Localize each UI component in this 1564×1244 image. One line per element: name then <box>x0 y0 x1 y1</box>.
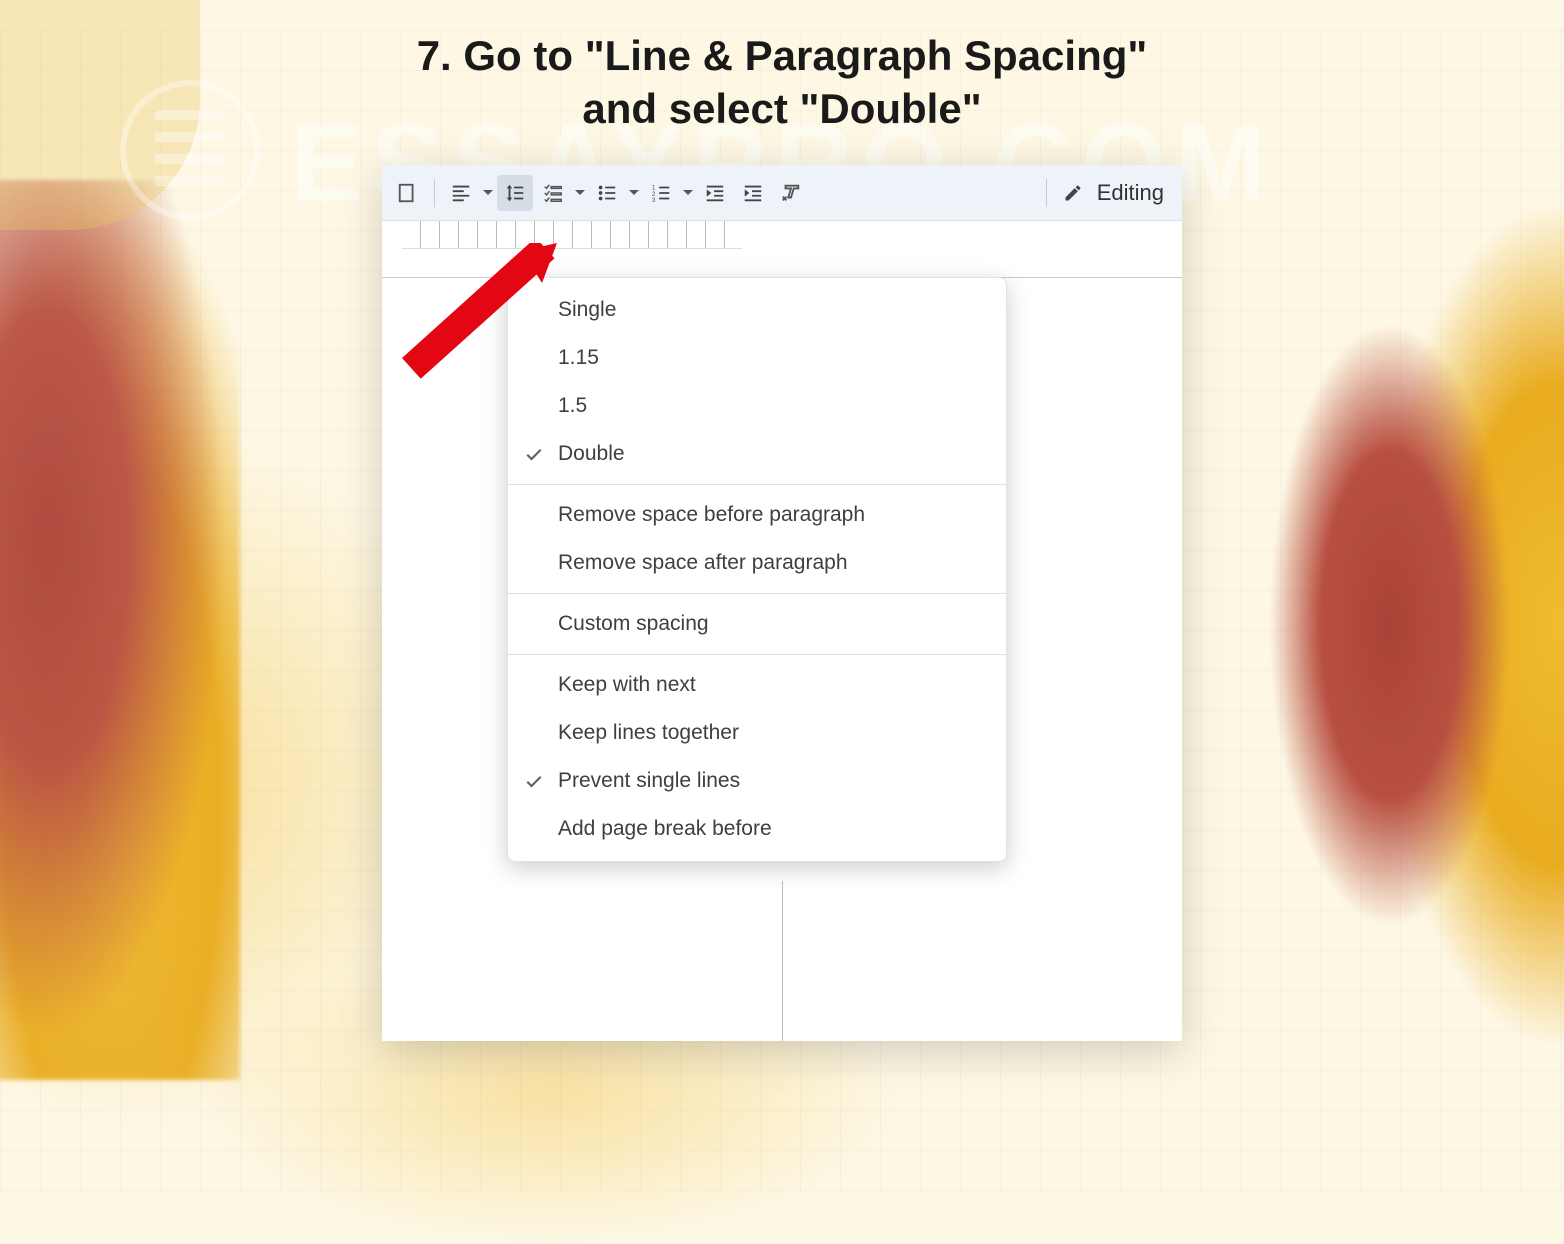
decorative-paint-left <box>0 180 240 1080</box>
toolbar-separator <box>1046 179 1047 207</box>
dropdown-item-label: Remove space after paragraph <box>558 551 848 575</box>
flow-option-0[interactable]: Keep with next <box>508 661 1006 709</box>
toolbar: 123 Editing <box>382 165 1182 221</box>
line-spacing-button[interactable] <box>497 175 533 211</box>
svg-text:3: 3 <box>652 197 656 204</box>
dropdown-item-label: 1.5 <box>558 394 587 418</box>
align-button[interactable] <box>443 175 479 211</box>
bulleted-caret-icon[interactable] <box>627 188 641 198</box>
decrease-indent-button[interactable] <box>697 175 733 211</box>
instruction-line1: 7. Go to "Line & Paragraph Spacing" <box>417 32 1148 79</box>
check-icon <box>524 771 544 791</box>
line-spacing-dropdown: Single 1.15 1.5 Double Remove space before … <box>507 277 1007 862</box>
dropdown-item-label: 1.15 <box>558 346 599 370</box>
dropdown-item-label: Remove space before paragraph <box>558 503 865 527</box>
numbered-list-button[interactable]: 123 <box>643 175 679 211</box>
spacing-option-1[interactable]: 1.15 <box>508 334 1006 382</box>
dropdown-item-label: Prevent single lines <box>558 769 740 793</box>
paragraph-option-1[interactable]: Remove space after paragraph <box>508 539 1006 587</box>
check-icon <box>524 444 544 464</box>
increase-indent-button[interactable] <box>735 175 771 211</box>
checklist-caret-icon[interactable] <box>573 188 587 198</box>
align-caret-icon[interactable] <box>481 188 495 198</box>
custom-option-0[interactable]: Custom spacing <box>508 600 1006 648</box>
dropdown-item-label: Custom spacing <box>558 612 709 636</box>
dropdown-divider <box>508 654 1006 655</box>
dropdown-item-label: Single <box>558 298 616 322</box>
bulleted-list-button[interactable] <box>589 175 625 211</box>
editing-mode-icon[interactable] <box>1055 175 1091 211</box>
instruction-heading: 7. Go to "Line & Paragraph Spacing" and … <box>0 30 1564 135</box>
dropdown-item-label: Double <box>558 442 625 466</box>
numbered-caret-icon[interactable] <box>681 188 695 198</box>
spacing-option-0[interactable]: Single <box>508 286 1006 334</box>
dropdown-item-label: Keep with next <box>558 673 696 697</box>
dropdown-item-label: Keep lines together <box>558 721 739 745</box>
dropdown-divider <box>508 593 1006 594</box>
paragraph-option-0[interactable]: Remove space before paragraph <box>508 491 1006 539</box>
docs-window: 123 Editing I Single1.151.5Dou <box>382 165 1182 1041</box>
checklist-button[interactable] <box>535 175 571 211</box>
page-center-line <box>782 881 783 1041</box>
toolbar-separator <box>434 179 435 207</box>
clear-formatting-button[interactable] <box>773 175 809 211</box>
partial-icon[interactable] <box>390 175 426 211</box>
document-area[interactable]: I Single1.151.5Double Remove space befor… <box>382 221 1182 1041</box>
editing-mode-label[interactable]: Editing <box>1093 180 1174 206</box>
spacing-option-2[interactable]: 1.5 <box>508 382 1006 430</box>
spacing-option-3[interactable]: Double <box>508 430 1006 478</box>
dropdown-divider <box>508 484 1006 485</box>
flow-option-3[interactable]: Add page break before <box>508 805 1006 853</box>
flow-option-2[interactable]: Prevent single lines <box>508 757 1006 805</box>
instruction-line2: and select "Double" <box>582 85 981 132</box>
dropdown-item-label: Add page break before <box>558 817 772 841</box>
ruler[interactable] <box>402 221 742 249</box>
flow-option-1[interactable]: Keep lines together <box>508 709 1006 757</box>
decorative-paint-right <box>1264 150 1564 1100</box>
